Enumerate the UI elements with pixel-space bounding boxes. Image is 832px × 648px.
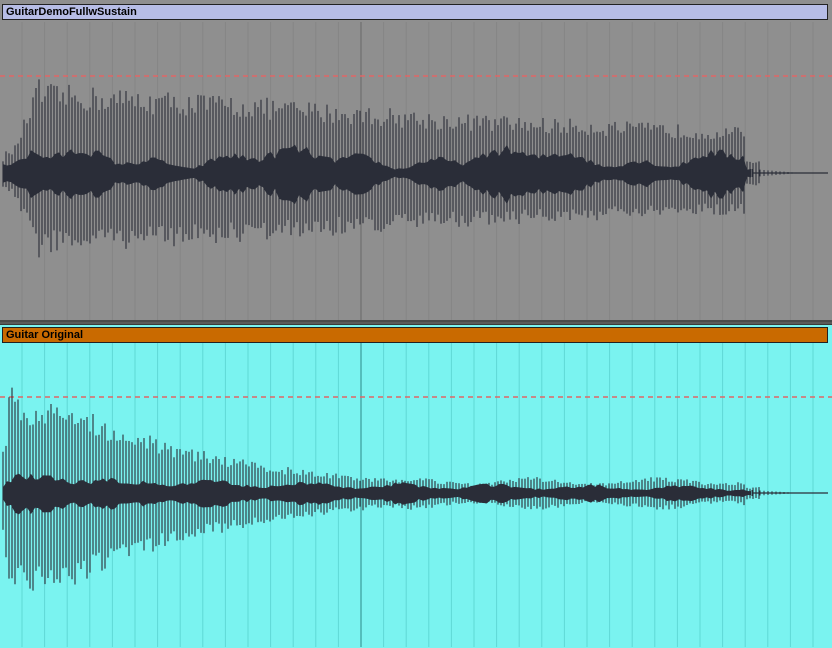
audio-clip-bottom[interactable]: Guitar Original (0, 324, 832, 648)
clip-title-bar[interactable]: Guitar Original (2, 327, 828, 343)
waveform (2, 79, 828, 258)
waveform-display[interactable] (0, 0, 832, 320)
clip-name: Guitar Original (6, 329, 84, 341)
clip-title-bar[interactable]: GuitarDemoFullwSustain (2, 4, 828, 20)
clip-name: GuitarDemoFullwSustain (6, 6, 137, 18)
waveform (2, 387, 828, 591)
waveform-display[interactable] (0, 325, 832, 648)
audio-clip-top[interactable]: GuitarDemoFullwSustain (0, 0, 832, 322)
